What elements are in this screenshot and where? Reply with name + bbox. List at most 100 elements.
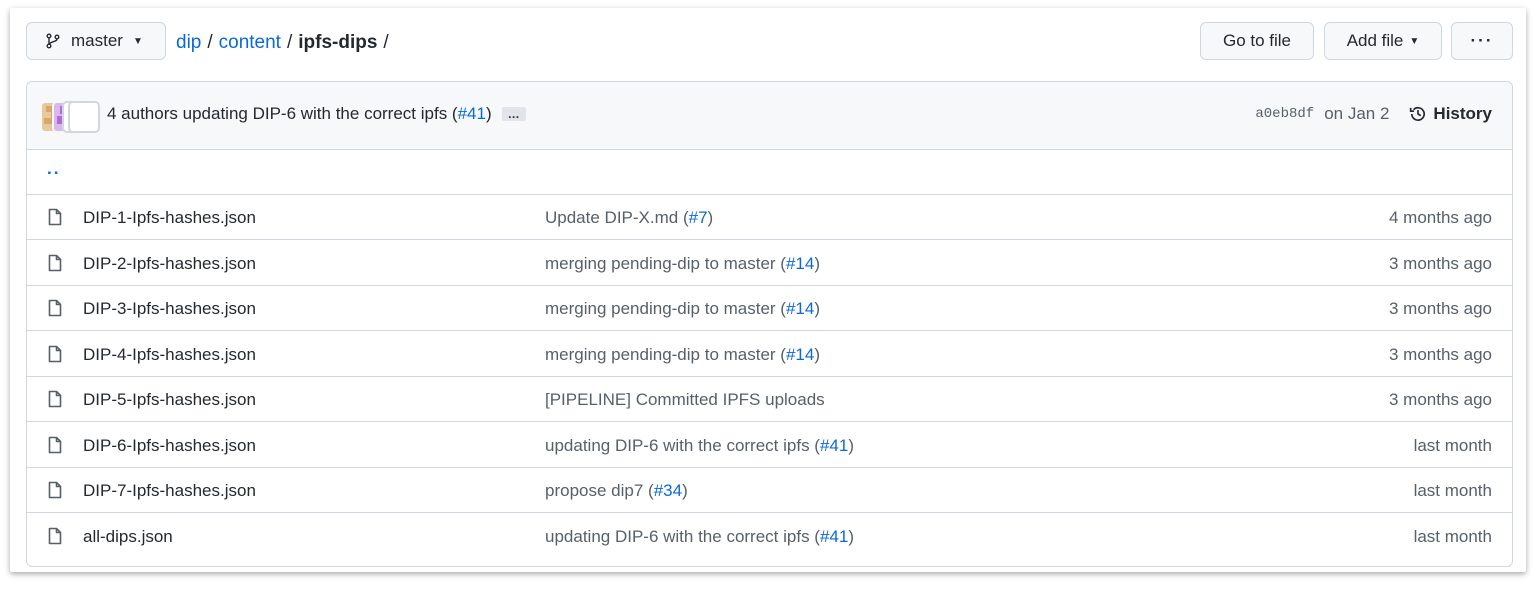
file-commit-close: ) xyxy=(814,299,821,318)
branch-label: master xyxy=(71,31,123,50)
breadcrumb-separator: / xyxy=(207,32,213,53)
history-icon xyxy=(1410,107,1426,121)
parent-directory-row[interactable]: .. xyxy=(27,149,1512,195)
breadcrumb: dip / content / ipfs-dips / xyxy=(176,32,395,54)
file-commit-text[interactable]: merging pending-dip to master ( xyxy=(545,254,786,273)
file-commit-message: propose dip7 (#34) xyxy=(545,481,688,501)
file-commit-pr-link[interactable]: #7 xyxy=(689,208,708,227)
file-commit-message: Update DIP-X.md (#7) xyxy=(545,208,713,228)
file-icon xyxy=(47,481,63,499)
file-commit-text[interactable]: [PIPELINE] Committed IPFS uploads xyxy=(545,390,825,409)
commit-message: 4 authors updating DIP-6 with the correc… xyxy=(107,104,526,124)
file-row[interactable]: DIP-6-Ipfs-hashes.json updating DIP-6 wit… xyxy=(27,423,1512,468)
file-commit-text[interactable]: merging pending-dip to master ( xyxy=(545,299,786,318)
file-name[interactable]: DIP-3-Ipfs-hashes.json xyxy=(83,299,256,319)
file-icon xyxy=(47,254,63,272)
file-commit-pr-link[interactable]: #14 xyxy=(786,254,814,273)
expand-commit-button[interactable]: … xyxy=(501,107,526,121)
commit-date: on Jan 2 xyxy=(1324,104,1390,123)
file-row[interactable]: DIP-1-Ipfs-hashes.json Update DIP-X.md (#… xyxy=(27,195,1512,240)
author-avatars[interactable] xyxy=(40,101,100,133)
repo-toolbar: master ▼ dip / content / ipfs-dips / Go … xyxy=(10,8,1526,76)
chevron-down-icon: ▼ xyxy=(132,35,143,47)
file-icon xyxy=(47,436,63,454)
breadcrumb-separator: / xyxy=(383,32,389,53)
file-row[interactable]: DIP-2-Ipfs-hashes.json merging pending-di… xyxy=(27,241,1512,286)
file-commit-age: 4 months ago xyxy=(1388,208,1492,227)
file-name[interactable]: all-dips.json xyxy=(83,527,173,547)
file-commit-close: ) xyxy=(814,344,821,364)
commit-message-text[interactable]: updating DIP-6 with the correct ipfs ( xyxy=(183,104,458,124)
file-commit-close: ) xyxy=(707,208,714,227)
file-commit-text[interactable]: merging pending-dip to master ( xyxy=(545,345,786,364)
breadcrumb-separator: / xyxy=(286,32,293,53)
file-commit-text[interactable]: updating DIP-6 with the correct ipfs ( xyxy=(545,527,820,546)
file-commit-close: ) xyxy=(848,526,855,546)
breadcrumb-current: ipfs-dips xyxy=(298,32,378,53)
file-commit-age: 3 months ago xyxy=(1388,390,1492,409)
file-commit-age: last month xyxy=(1413,526,1492,546)
chevron-down-icon: ▼ xyxy=(1409,35,1420,47)
commit-message-close: ) xyxy=(485,104,492,123)
parent-directory-link[interactable]: .. xyxy=(47,159,60,179)
file-commit-close: ) xyxy=(682,481,688,500)
commit-authors[interactable]: 4 authors xyxy=(107,104,178,124)
file-icon xyxy=(47,208,63,226)
kebab-icon: ··· xyxy=(1470,31,1494,50)
file-icon xyxy=(47,345,63,363)
add-file-label: Add file xyxy=(1346,31,1404,50)
file-name[interactable]: DIP-4-Ipfs-hashes.json xyxy=(83,345,256,365)
file-icon xyxy=(47,390,63,408)
file-name[interactable]: DIP-1-Ipfs-hashes.json xyxy=(83,208,256,228)
file-commit-message: updating DIP-6 with the correct ipfs (#4… xyxy=(545,527,854,547)
go-to-file-label: Go to file xyxy=(1222,31,1292,50)
repo-file-browser: master ▼ dip / content / ipfs-dips / Go … xyxy=(10,8,1526,572)
breadcrumb-link-dip[interactable]: dip xyxy=(176,32,201,54)
go-to-file-button[interactable]: Go to file xyxy=(1200,22,1314,60)
file-commit-message: merging pending-dip to master (#14) xyxy=(545,254,820,274)
file-row[interactable]: DIP-5-Ipfs-hashes.json [PIPELINE] Committ… xyxy=(27,377,1512,422)
commit-sha[interactable]: a0eb8df xyxy=(1255,106,1314,122)
history-label: History xyxy=(1433,104,1492,123)
file-commit-message: merging pending-dip to master (#14) xyxy=(545,299,820,319)
file-row[interactable]: DIP-7-Ipfs-hashes.json propose dip7 (#34)… xyxy=(27,468,1512,513)
file-icon xyxy=(47,299,63,317)
file-commit-pr-link[interactable]: #41 xyxy=(820,527,848,546)
file-commit-pr-link[interactable]: #14 xyxy=(786,299,814,318)
file-commit-close: ) xyxy=(848,435,855,455)
file-commit-message: [PIPELINE] Committed IPFS uploads xyxy=(545,390,825,410)
history-link[interactable]: History xyxy=(1409,104,1492,124)
file-row[interactable]: all-dips.json updating DIP-6 with the cor… xyxy=(27,514,1512,559)
file-commit-age: 3 months ago xyxy=(1388,344,1492,364)
branch-select-button[interactable]: master ▼ xyxy=(26,22,166,60)
add-file-button[interactable]: Add file ▼ xyxy=(1324,22,1442,60)
file-name[interactable]: DIP-5-Ipfs-hashes.json xyxy=(83,390,256,410)
file-commit-message: merging pending-dip to master (#14) xyxy=(545,345,820,365)
git-branch-icon xyxy=(46,33,60,49)
file-commit-age: last month xyxy=(1413,481,1492,500)
file-commit-text[interactable]: Update DIP-X.md ( xyxy=(545,208,689,227)
avatar xyxy=(68,101,100,133)
file-name[interactable]: DIP-2-Ipfs-hashes.json xyxy=(83,254,256,274)
file-commit-text[interactable]: propose dip7 ( xyxy=(545,481,654,500)
file-row[interactable]: DIP-3-Ipfs-hashes.json merging pending-di… xyxy=(27,286,1512,331)
file-commit-age: last month xyxy=(1413,435,1492,455)
file-commit-text[interactable]: updating DIP-6 with the correct ipfs ( xyxy=(545,436,820,455)
file-name[interactable]: DIP-7-Ipfs-hashes.json xyxy=(83,481,256,501)
commit-meta: a0eb8df on Jan 2 History xyxy=(1255,104,1492,124)
file-table: 4 authors updating DIP-6 with the correc… xyxy=(26,81,1513,567)
file-commit-age: 3 months ago xyxy=(1388,299,1492,318)
file-commit-close: ) xyxy=(814,253,821,273)
file-commit-pr-link[interactable]: #14 xyxy=(786,345,814,364)
latest-commit-header: 4 authors updating DIP-6 with the correc… xyxy=(27,82,1512,150)
file-name[interactable]: DIP-6-Ipfs-hashes.json xyxy=(83,436,256,456)
file-commit-message: updating DIP-6 with the correct ipfs (#4… xyxy=(545,436,854,456)
commit-pr-link[interactable]: #41 xyxy=(458,104,486,124)
file-icon xyxy=(47,527,63,545)
file-row[interactable]: DIP-4-Ipfs-hashes.json merging pending-di… xyxy=(27,332,1512,377)
more-options-button[interactable]: ··· xyxy=(1451,22,1513,60)
file-commit-pr-link[interactable]: #34 xyxy=(654,481,682,500)
breadcrumb-link-content[interactable]: content xyxy=(219,32,281,54)
file-commit-pr-link[interactable]: #41 xyxy=(820,436,848,455)
file-commit-age: 3 months ago xyxy=(1388,253,1492,273)
